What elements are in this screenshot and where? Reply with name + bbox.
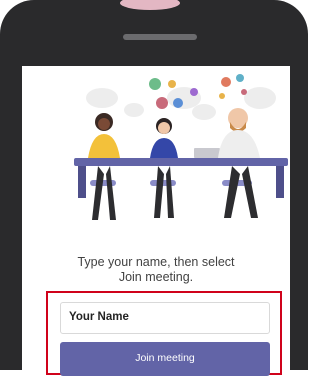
team-meeting-illustration-icon xyxy=(74,74,288,220)
your-name-value: Your Name xyxy=(69,311,129,323)
join-meeting-label: Join meeting xyxy=(135,352,195,364)
join-instructions: Type your name, then select Join meeting… xyxy=(22,255,290,285)
phone-speaker xyxy=(123,34,197,40)
join-meeting-button[interactable]: Join meeting xyxy=(60,342,270,376)
your-name-input[interactable]: Your Name xyxy=(60,302,270,334)
join-instructions-line-1: Type your name, then select xyxy=(77,255,235,269)
top-decoration xyxy=(120,0,180,10)
join-instructions-line-2: Join meeting. xyxy=(118,270,194,284)
